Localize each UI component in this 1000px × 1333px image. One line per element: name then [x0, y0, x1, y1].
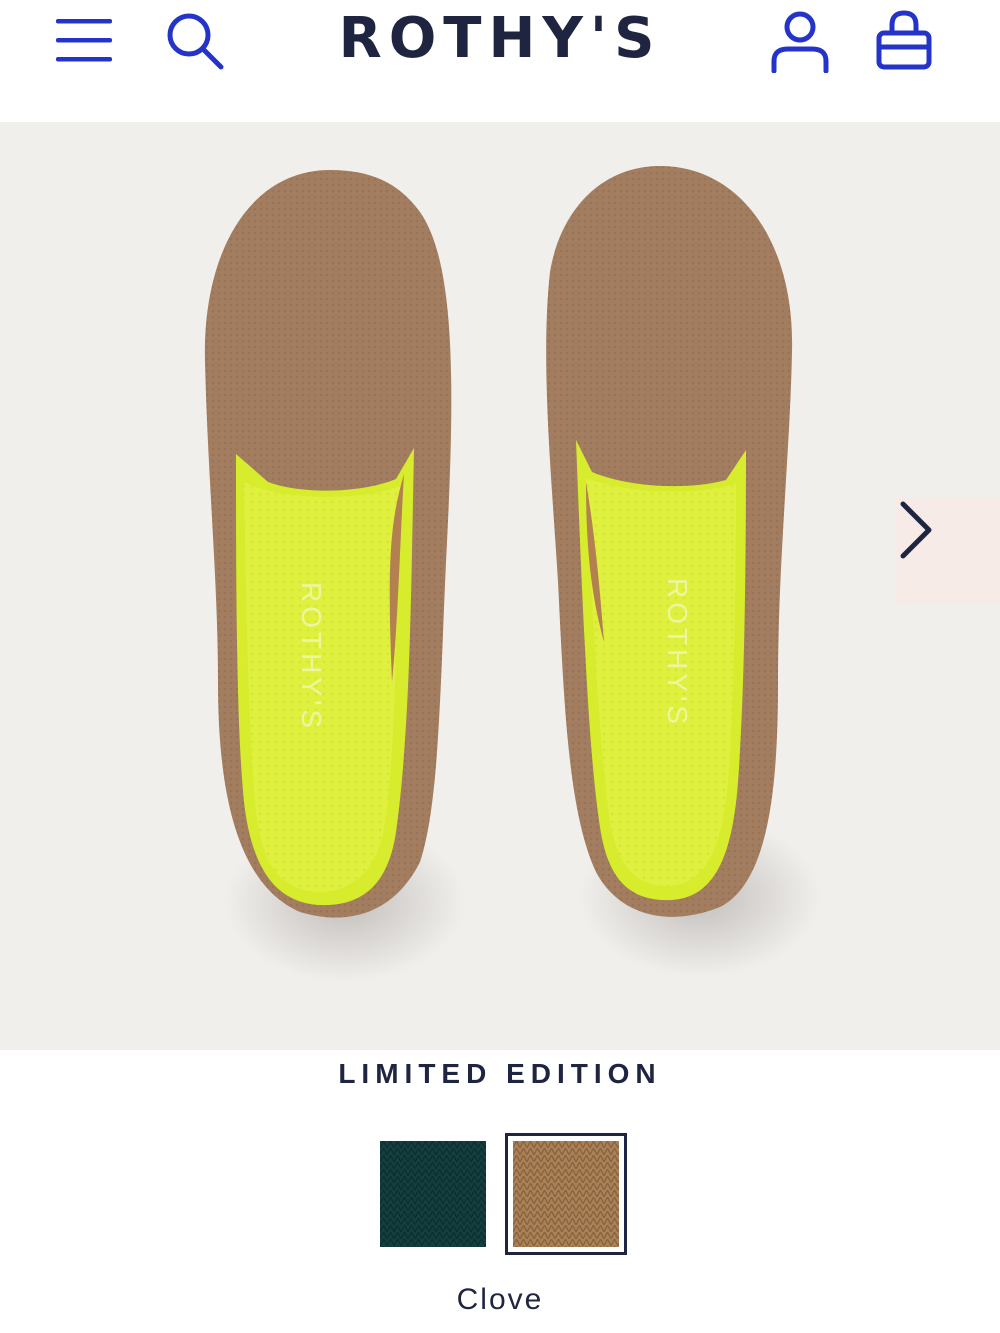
- site-header: ROTHY'S: [0, 0, 1000, 122]
- swatch-green[interactable]: [380, 1141, 486, 1247]
- left-insole-brand: ROTHY'S: [296, 582, 327, 732]
- user-account-icon: [771, 11, 829, 73]
- right-insole-brand: ROTHY'S: [662, 578, 693, 728]
- shopping-bag-icon: [876, 10, 932, 70]
- product-image: ROTHY'S ROTHY'S: [204, 166, 820, 982]
- chevron-right-icon: [900, 501, 932, 559]
- clove-knit-swatch: [513, 1141, 619, 1247]
- selected-color-name: Clove: [456, 1283, 544, 1316]
- green-knit-swatch: [380, 1141, 486, 1247]
- color-swatches: [0, 1133, 1000, 1255]
- account-button[interactable]: [765, 8, 835, 74]
- next-image-button[interactable]: [895, 498, 1000, 603]
- left-shoe: ROTHY'S: [204, 170, 452, 918]
- brand-logo[interactable]: ROTHY'S: [0, 6, 1000, 71]
- swatch-clove-selected[interactable]: [505, 1133, 627, 1255]
- right-shoe: ROTHY'S: [546, 166, 793, 917]
- cart-button[interactable]: [868, 8, 940, 74]
- product-image-gallery[interactable]: ROTHY'S ROTHY'S: [0, 122, 1000, 1050]
- limited-edition-label: LIMITED EDITION: [338, 1058, 662, 1089]
